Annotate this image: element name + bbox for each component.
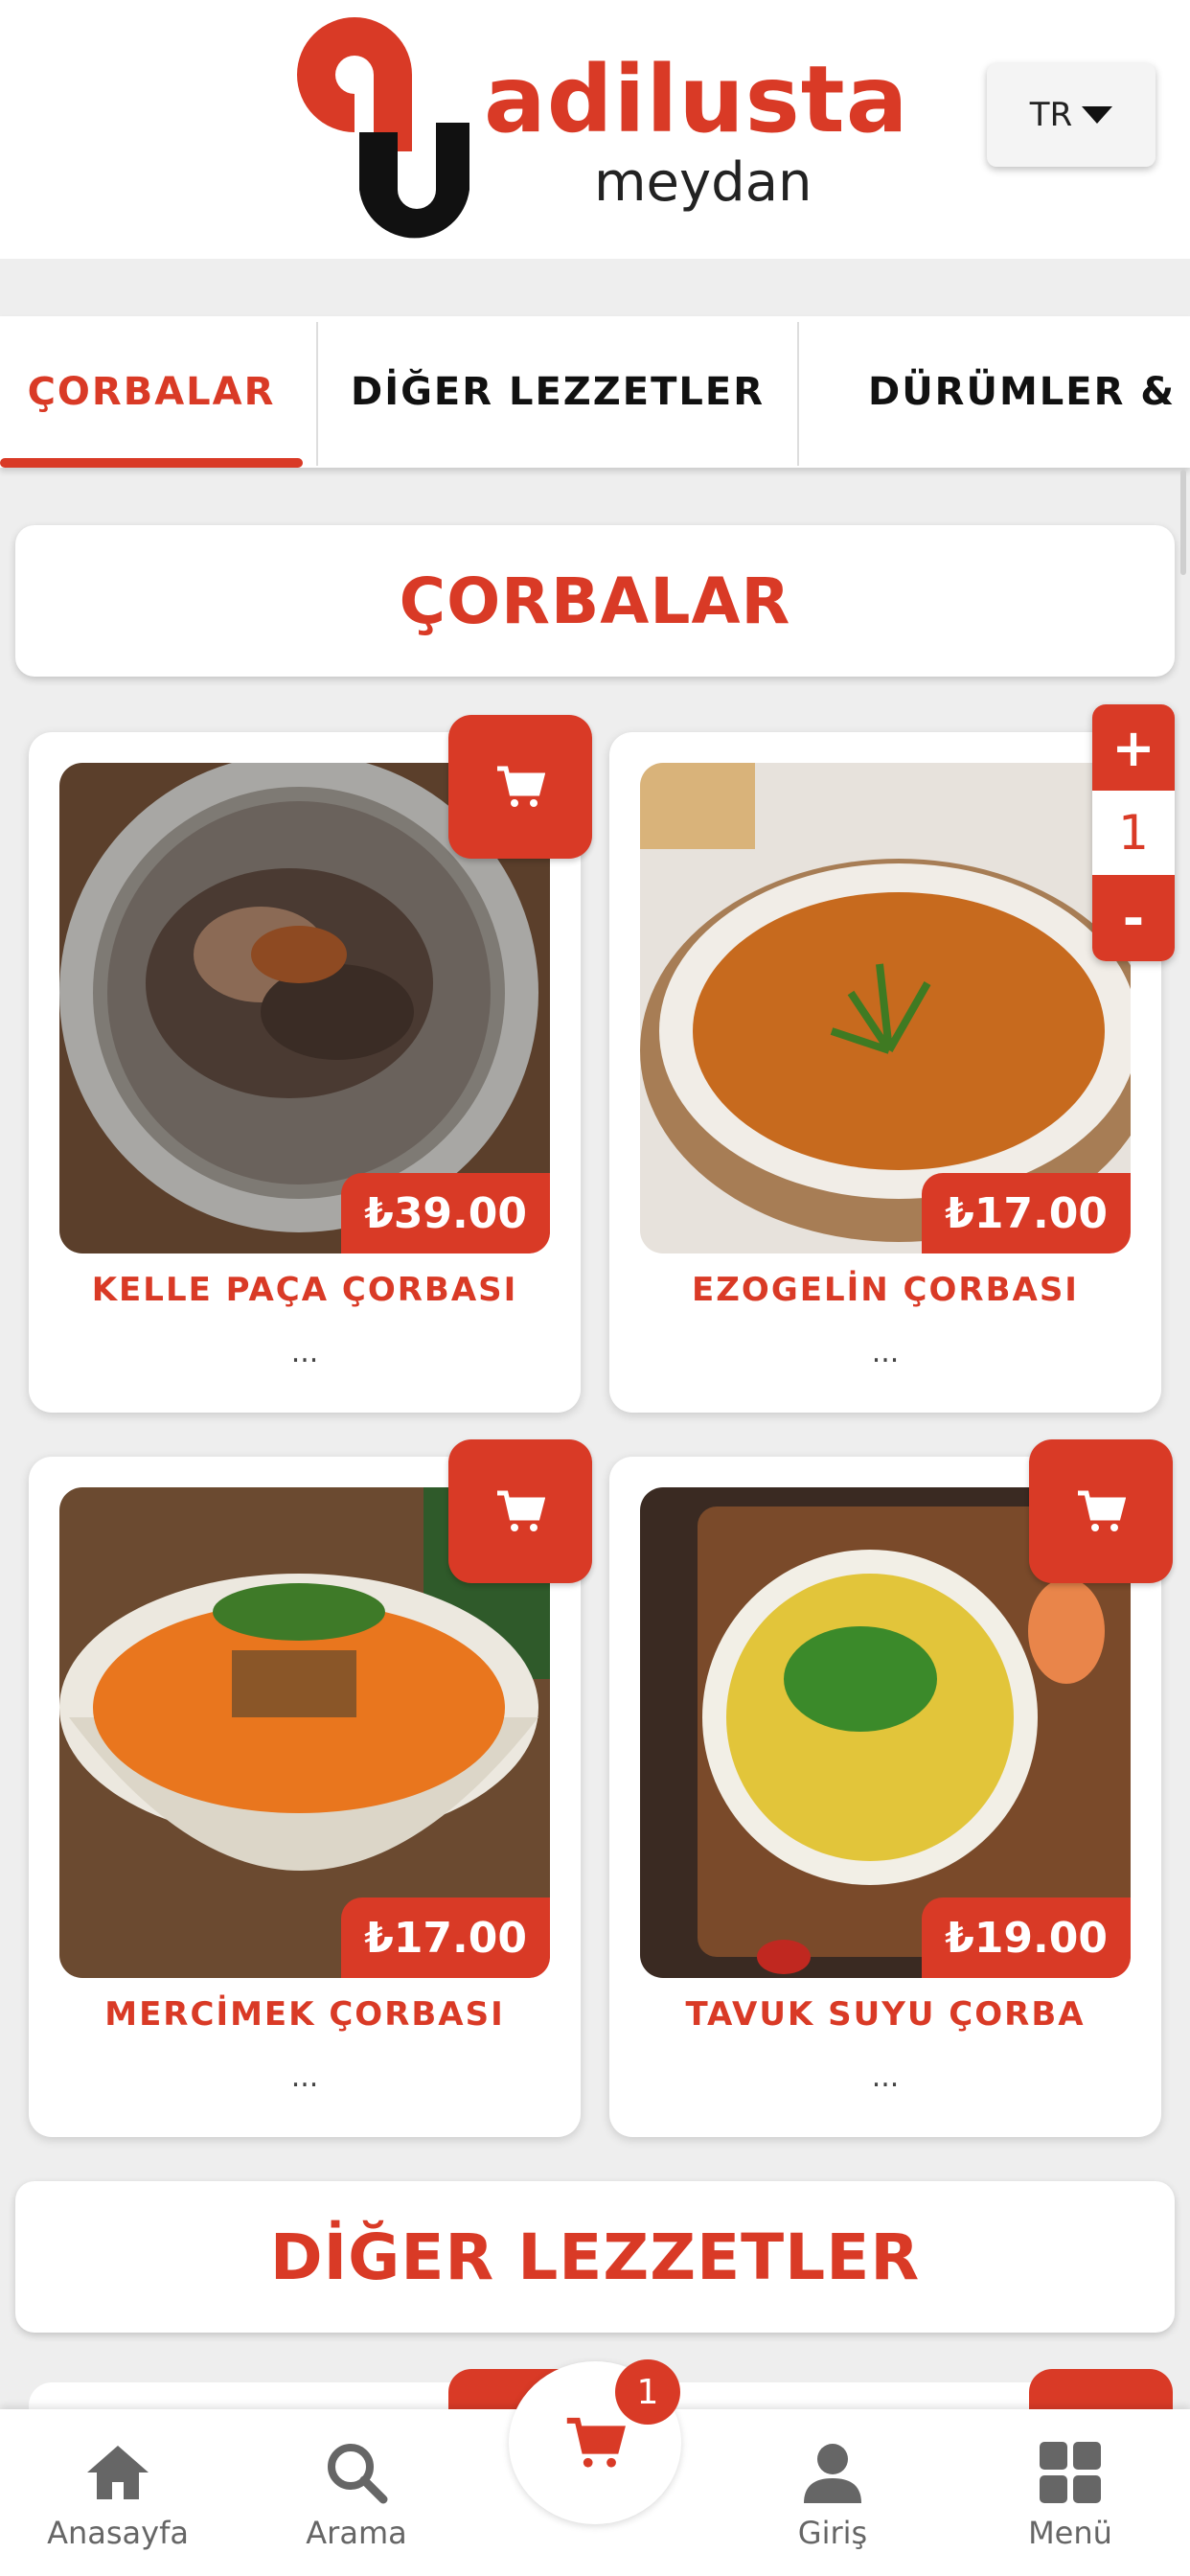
cart-icon [1078,1490,1126,1531]
product-name: MERCİMEK ÇORBASI [104,1995,505,2034]
decrease-quantity-button[interactable]: - [1092,875,1175,961]
nav-home-label: Anasayfa [47,2515,189,2551]
nav-login[interactable]: Giriş [737,2438,928,2551]
nav-search-label: Arama [306,2515,407,2551]
search-icon [328,2444,388,2504]
caret-down-icon [1082,106,1113,124]
cart-icon [566,2417,626,2468]
cart-icon [497,1490,545,1531]
product-name: KELLE PAÇA ÇORBASI [91,1271,518,1309]
scrollbar[interactable] [1180,470,1186,575]
product-name: EZOGELİN ÇORBASI [692,1271,1079,1309]
price-tag: ₺17.00 [922,1173,1131,1254]
add-to-cart-button[interactable] [1029,1439,1173,1583]
language-label: TR [1029,96,1073,134]
tab-diger-lezzetler[interactable]: DİĞER LEZZETLER [318,316,797,468]
price-tag: ₺19.00 [922,1898,1131,1978]
product-card[interactable]: ₺17.00 EZOGELİN ÇORBASI ... [609,732,1161,1413]
add-to-cart-button[interactable] [448,1439,592,1583]
price-tag: ₺39.00 [341,1173,550,1254]
product-name: TAVUK SUYU ÇORBA [685,1995,1086,2034]
nav-menu[interactable]: Menü [974,2438,1166,2551]
product-description: ... [290,2060,319,2094]
product-description: ... [871,2060,900,2094]
logo-mark-icon [297,17,469,239]
add-to-cart-button[interactable] [448,715,592,859]
quantity-stepper: + 1 - [1092,704,1175,961]
section-title-diger-lezzetler: DİĞER LEZZETLER [15,2181,1175,2333]
home-icon [87,2446,149,2499]
increase-quantity-button[interactable]: + [1092,704,1175,791]
section-title-corbalar: ÇORBALAR [15,525,1175,677]
tab-divider [797,322,799,466]
header: adilusta meydan TR [0,0,1190,259]
category-tabs: ÇORBALAR DİĞER LEZZETLER DÜRÜMLER & EK [0,316,1190,468]
nav-menu-label: Menü [1028,2515,1112,2551]
tab-corbalar[interactable]: ÇORBALAR [0,316,303,468]
cart-count-badge: 1 [615,2359,680,2425]
price-tag: ₺17.00 [341,1898,550,1978]
nav-search[interactable]: Arama [261,2438,452,2551]
grid-icon [1040,2442,1101,2503]
quantity-value: 1 [1118,805,1149,861]
user-icon [804,2444,861,2503]
product-description: ... [871,1336,900,1369]
cart-icon [497,766,545,807]
brand-logo[interactable]: adilusta meydan [278,8,920,247]
nav-home[interactable]: Anasayfa [22,2438,214,2551]
language-selector[interactable]: TR [987,63,1156,167]
tab-durumler[interactable]: DÜRÜMLER & EK [820,316,1190,468]
nav-login-label: Giriş [797,2515,868,2551]
brand-subtitle: meydan [594,151,812,214]
brand-name: adilusta [484,46,909,153]
product-description: ... [290,1336,319,1369]
